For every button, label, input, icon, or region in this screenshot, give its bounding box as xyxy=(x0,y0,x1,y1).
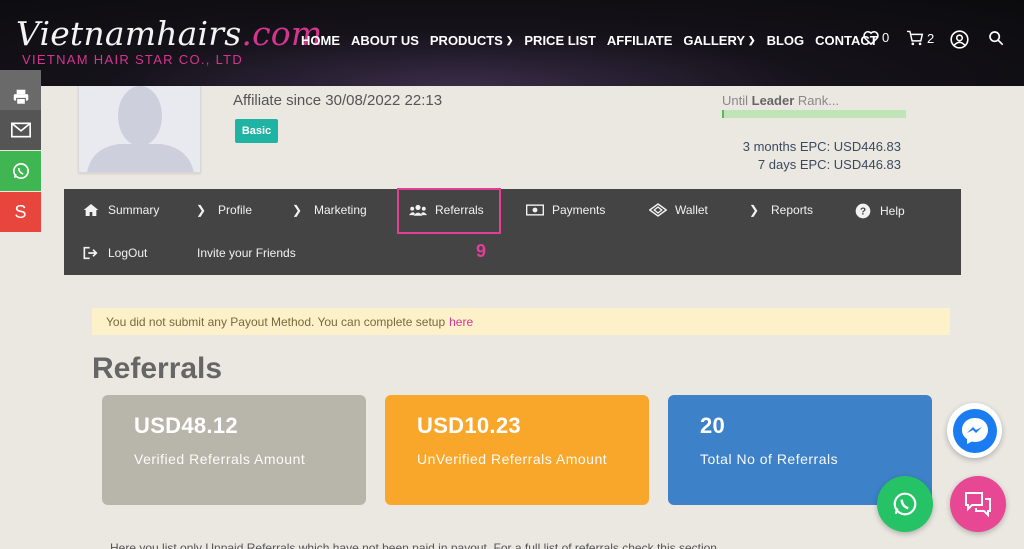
chat-bubbles-icon xyxy=(965,492,991,517)
search-icon xyxy=(989,31,1004,46)
cart-button[interactable]: 2 xyxy=(906,30,934,46)
share-print-button[interactable] xyxy=(0,70,41,110)
card-unverified-referrals: USD10.23 UnVerified Referrals Amount xyxy=(385,395,649,505)
payout-notice: You did not submit any Payout Method. Yo… xyxy=(92,308,950,335)
card-amount: USD48.12 xyxy=(134,413,238,438)
home-icon xyxy=(83,204,99,216)
card-label: Total No of Referrals xyxy=(700,451,839,467)
tab-summary[interactable]: Summary xyxy=(82,203,159,217)
affiliate-menu xyxy=(64,189,961,275)
nav-price-list[interactable]: PRICE LIST xyxy=(524,33,596,48)
share-s-button[interactable]: S xyxy=(0,192,41,232)
affiliate-since: Affiliate since 30/08/2022 22:13 xyxy=(233,92,443,109)
chevron-down-icon: ❯ xyxy=(505,35,514,45)
share-email-button[interactable] xyxy=(0,110,41,150)
active-tab-highlight xyxy=(397,188,501,234)
messenger-button[interactable] xyxy=(947,403,1002,458)
wishlist-count: 0 xyxy=(882,30,890,45)
avatar xyxy=(78,86,201,173)
chevron-right-icon: ❯ xyxy=(195,203,207,217)
tab-reports[interactable]: ❯ Reports xyxy=(745,203,813,217)
account-button[interactable] xyxy=(950,30,969,49)
tab-payments[interactable]: Payments xyxy=(526,203,605,217)
site-logo[interactable]: Vietnamhairs.com xyxy=(16,14,322,53)
search-button[interactable] xyxy=(988,30,1004,46)
logout-icon xyxy=(83,246,98,260)
card-verified-referrals: USD48.12 Verified Referrals Amount xyxy=(102,395,366,505)
s-icon: S xyxy=(14,201,27,222)
main-nav: HOME ABOUT US PRODUCTS ❯ PRICE LIST AFFIL… xyxy=(301,33,889,48)
rank-progress-bar xyxy=(722,110,906,118)
nav-blog[interactable]: BLOG xyxy=(767,33,805,48)
step-number: 9 xyxy=(476,241,487,261)
tab-logout[interactable]: LogOut xyxy=(82,246,147,260)
cart-count: 2 xyxy=(927,30,935,46)
svg-text:?: ? xyxy=(860,206,866,217)
referrals-description: Here you list only Unpaid Referrals whic… xyxy=(110,541,717,549)
wishlist-button[interactable]: 0 xyxy=(863,30,889,45)
diamond-icon xyxy=(649,203,667,217)
chevron-down-icon: ❯ xyxy=(748,35,756,45)
nav-affiliate[interactable]: AFFILIATE xyxy=(607,33,672,48)
email-icon xyxy=(10,122,31,138)
tab-marketing[interactable]: ❯ Marketing xyxy=(288,203,367,217)
epc-7-days: 7 days EPC: USD446.83 xyxy=(757,157,901,172)
tab-profile[interactable]: ❯ Profile xyxy=(192,203,252,217)
logo-subtitle: VIETNAM HAIR STAR CO., LTD xyxy=(22,52,244,67)
epc-3-months: 3 months EPC: USD446.83 xyxy=(742,139,901,154)
setup-link[interactable]: here xyxy=(449,315,473,329)
card-amount: 20 xyxy=(700,413,726,438)
share-whatsapp-button[interactable] xyxy=(0,151,41,191)
tab-help[interactable]: ? Help xyxy=(854,203,905,219)
next-rank-text: Until Leader Rank... xyxy=(722,93,840,108)
chevron-right-icon: ❯ xyxy=(748,203,760,217)
whatsapp-icon xyxy=(12,163,29,179)
nav-about-us[interactable]: ABOUT US xyxy=(351,33,419,48)
tab-wallet[interactable]: Wallet xyxy=(649,203,708,217)
nav-gallery[interactable]: GALLERY ❯ xyxy=(683,33,755,48)
site-header: Vietnamhairs.com VIETNAM HAIR STAR CO., … xyxy=(0,0,1024,86)
avatar-placeholder-icon xyxy=(79,86,200,172)
cart-icon xyxy=(907,30,924,46)
whatsapp-chat-button[interactable] xyxy=(877,476,933,532)
money-icon xyxy=(526,204,544,216)
messenger-icon xyxy=(952,408,997,453)
heart-icon xyxy=(863,30,879,45)
whatsapp-icon xyxy=(893,492,917,516)
chevron-right-icon: ❯ xyxy=(291,203,303,217)
card-amount: USD10.23 xyxy=(417,413,521,438)
nav-home[interactable]: HOME xyxy=(301,33,340,48)
level-badge: Basic xyxy=(235,119,278,143)
card-label: Verified Referrals Amount xyxy=(134,451,306,467)
print-icon xyxy=(13,89,28,105)
nav-products[interactable]: PRODUCTS ❯ xyxy=(430,33,514,48)
help-icon: ? xyxy=(855,203,871,219)
tab-invite-friends[interactable]: Invite your Friends xyxy=(197,246,296,260)
user-icon xyxy=(950,30,969,49)
card-label: UnVerified Referrals Amount xyxy=(417,451,608,467)
page-title: Referrals xyxy=(92,352,223,385)
live-chat-button[interactable] xyxy=(950,476,1006,532)
